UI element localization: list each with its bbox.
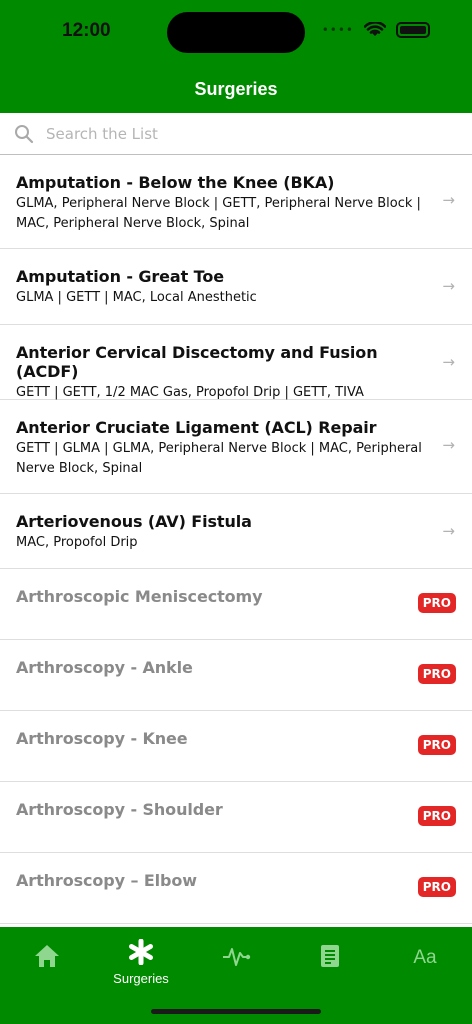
tab-surgeries[interactable]: Surgeries xyxy=(94,938,188,986)
battery-icon xyxy=(396,22,430,38)
asterisk-icon xyxy=(129,938,153,966)
list-item-locked[interactable]: Arthroscopy - Ankle PRO xyxy=(0,640,472,711)
pro-badge: PRO xyxy=(417,877,456,897)
item-title: Amputation - Below the Knee (BKA) xyxy=(16,173,335,192)
dynamic-island xyxy=(167,12,305,53)
chevron-right-icon: → xyxy=(442,277,455,295)
item-title: Arthroscopic Meniscectomy xyxy=(16,587,263,606)
search-input[interactable] xyxy=(46,124,426,143)
pro-badge: PRO xyxy=(417,735,456,755)
tab-monitor[interactable] xyxy=(189,943,283,973)
wifi-icon xyxy=(364,22,386,36)
list-item[interactable]: Anterior Cervical Discectomy and Fusion … xyxy=(0,325,472,400)
item-subtitle: GLMA | GETT | MAC, Local Anesthetic xyxy=(16,290,257,305)
list-item[interactable]: Amputation - Below the Knee (BKA) GLMA, … xyxy=(0,155,472,249)
document-icon xyxy=(321,945,339,967)
tab-text-size[interactable]: Aa xyxy=(378,947,472,969)
item-title: Arthroscopy - Shoulder xyxy=(16,800,223,819)
item-title: Arthroscopy - Knee xyxy=(16,729,188,748)
home-indicator xyxy=(151,1009,321,1014)
list-item-locked[interactable]: Arthroscopy - Shoulder PRO xyxy=(0,782,472,853)
list-item[interactable]: Amputation - Great Toe GLMA | GETT | MAC… xyxy=(0,249,472,325)
item-subtitle: GETT | GLMA | GLMA, Peripheral Nerve Blo… xyxy=(16,441,422,476)
item-title: Anterior Cervical Discectomy and Fusion … xyxy=(16,343,378,381)
item-title: Arteriovenous (AV) Fistula xyxy=(16,512,252,531)
item-subtitle: MAC, Propofol Drip xyxy=(16,535,138,550)
home-icon xyxy=(35,945,59,967)
page-title: Surgeries xyxy=(194,79,278,99)
status-icons: •••• xyxy=(322,22,430,38)
signal-icon: •••• xyxy=(321,23,354,37)
chevron-right-icon: → xyxy=(442,353,455,371)
navigation-header: 12:00 •••• Surgeries xyxy=(0,0,472,113)
item-subtitle: GLMA, Peripheral Nerve Block | GETT, Per… xyxy=(16,196,421,231)
chevron-right-icon: → xyxy=(442,522,455,540)
list-item[interactable]: Anterior Cruciate Ligament (ACL) Repair … xyxy=(0,400,472,494)
text-size-icon: Aa xyxy=(413,947,437,968)
list-item[interactable]: Arteriovenous (AV) Fistula MAC, Propofol… xyxy=(0,494,472,569)
status-time: 12:00 xyxy=(62,20,111,41)
pro-badge: PRO xyxy=(417,806,456,826)
list-item-locked[interactable]: Arthroscopic Meniscectomy PRO xyxy=(0,569,472,640)
item-title: Anterior Cruciate Ligament (ACL) Repair xyxy=(16,418,377,437)
chevron-right-icon: → xyxy=(442,436,455,454)
chevron-right-icon: → xyxy=(442,191,455,209)
surgery-list: Amputation - Below the Knee (BKA) GLMA, … xyxy=(0,155,472,927)
item-title: Amputation - Great Toe xyxy=(16,267,224,286)
search-bar xyxy=(0,113,472,155)
list-item-locked[interactable]: Arthroscopy - Knee PRO xyxy=(0,711,472,782)
list-item-locked[interactable]: Arthroscopy – Elbow PRO xyxy=(0,853,472,924)
tab-home[interactable] xyxy=(0,943,94,973)
item-title: Arthroscopy - Ankle xyxy=(16,658,193,677)
item-title: Arthroscopy – Elbow xyxy=(16,871,197,890)
tab-reference[interactable] xyxy=(283,943,377,973)
pro-badge: PRO xyxy=(417,664,456,684)
pro-badge: PRO xyxy=(417,593,456,613)
pulse-icon xyxy=(223,948,251,966)
search-icon xyxy=(15,124,34,143)
tab-surgeries-label: Surgeries xyxy=(113,971,169,986)
